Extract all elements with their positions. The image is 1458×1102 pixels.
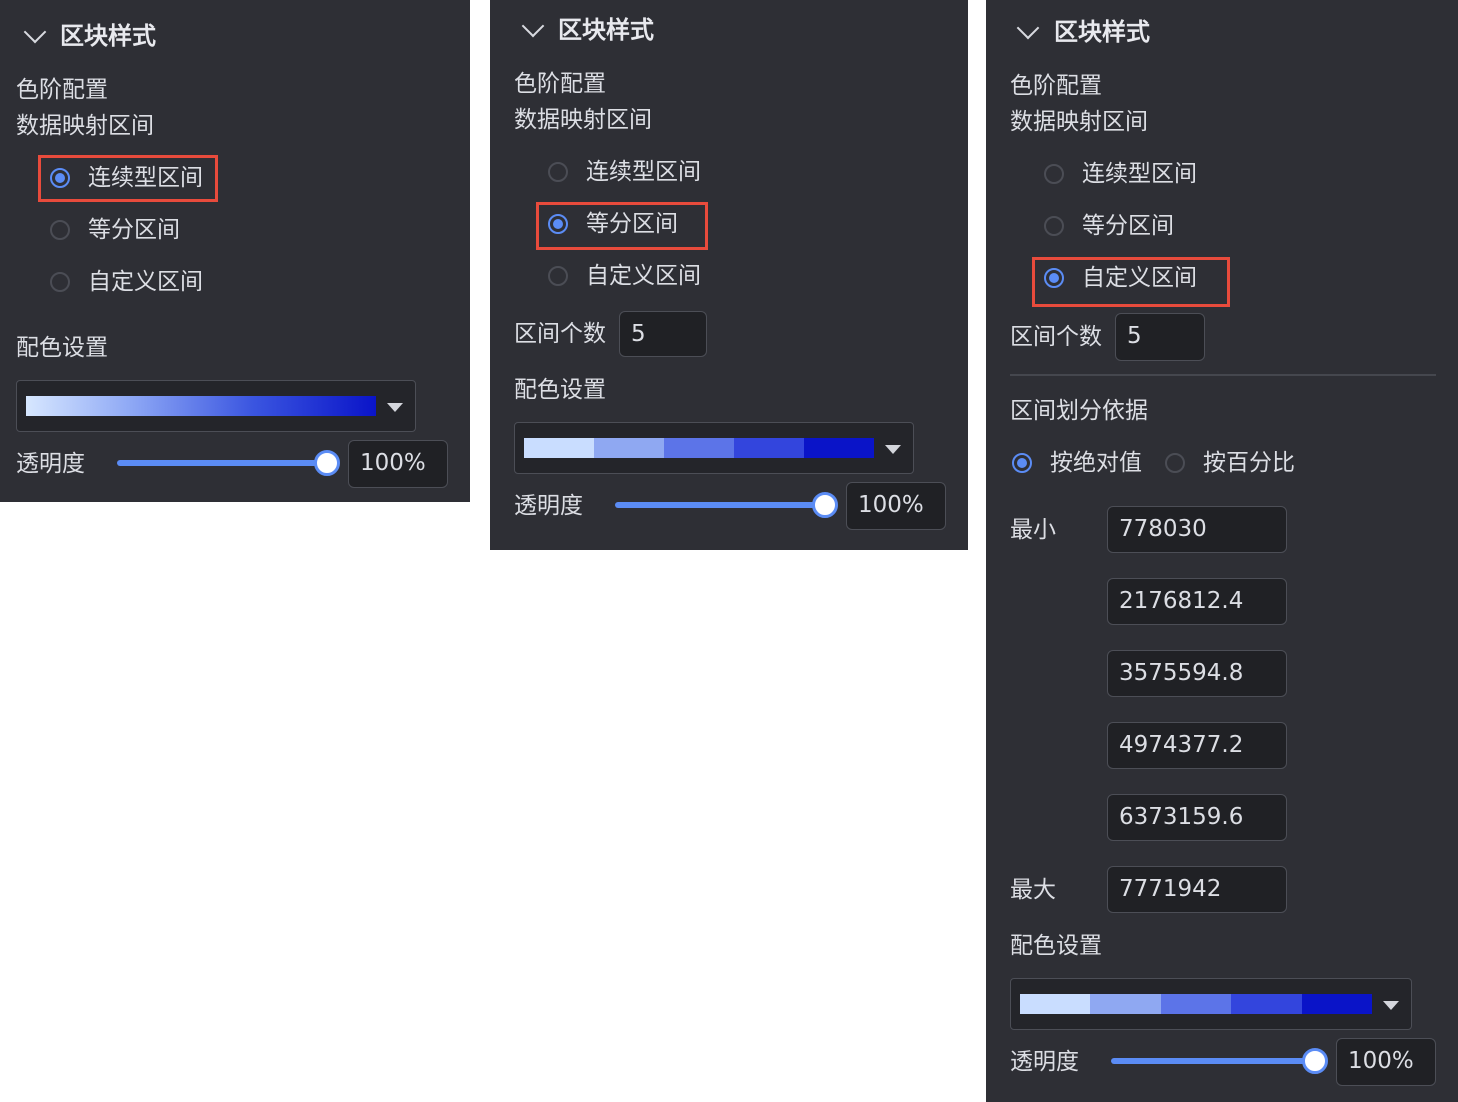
color-scheme-select[interactable]: [514, 422, 914, 474]
opacity-slider-track[interactable]: [117, 460, 327, 466]
color-settings-label: 配色设置: [16, 335, 108, 361]
section-title[interactable]: 区块样式: [60, 21, 156, 51]
range-mapping-label: 数据映射区间: [1010, 109, 1148, 135]
range-mapping-label: 数据映射区间: [16, 113, 154, 139]
opacity-slider-thumb[interactable]: [1302, 1048, 1328, 1074]
chevron-down-icon[interactable]: [23, 20, 47, 44]
interval-count-label: 区间个数: [1010, 324, 1102, 350]
radio-custom[interactable]: [50, 272, 70, 292]
radio-percentage[interactable]: [1165, 453, 1185, 473]
opacity-input[interactable]: 100%: [846, 482, 946, 530]
swatch-1: [524, 438, 594, 458]
radio-absolute[interactable]: [1012, 453, 1032, 473]
option-equal-label[interactable]: 等分区间: [586, 209, 678, 239]
radio-continuous[interactable]: [548, 162, 568, 182]
breakpoint-input-4[interactable]: 4974377.2: [1107, 722, 1287, 769]
swatch-2: [1090, 994, 1161, 1014]
segmented-swatch: [1020, 994, 1373, 1014]
section-title[interactable]: 区块样式: [558, 15, 654, 45]
breakpoint-input-1[interactable]: 778030: [1107, 506, 1287, 553]
scale-config-label: 色阶配置: [16, 77, 108, 103]
breakpoint-input-5[interactable]: 6373159.6: [1107, 794, 1287, 841]
settings-panel-custom: 区块样式 色阶配置 数据映射区间 连续型区间 等分区间 自定义区间 区间个数 5…: [986, 0, 1458, 1102]
option-equal-label[interactable]: 等分区间: [88, 215, 180, 245]
swatch-3: [1160, 994, 1232, 1014]
opacity-slider-thumb[interactable]: [314, 450, 340, 476]
radio-equal[interactable]: [548, 214, 568, 234]
interval-count-input[interactable]: 5: [619, 311, 707, 357]
swatch-1: [1020, 994, 1091, 1014]
color-settings-label: 配色设置: [1010, 933, 1102, 959]
range-mapping-label: 数据映射区间: [514, 107, 652, 133]
opacity-input[interactable]: 100%: [1336, 1038, 1436, 1086]
gradient-swatch: [26, 396, 376, 416]
opacity-slider-track[interactable]: [615, 502, 825, 508]
option-percentage-label[interactable]: 按百分比: [1203, 448, 1295, 478]
settings-panel-continuous: 区块样式 色阶配置 数据映射区间 连续型区间 等分区间 自定义区间 配色设置 透…: [0, 0, 470, 502]
color-scheme-select[interactable]: [1010, 978, 1412, 1030]
opacity-label: 透明度: [1010, 1049, 1079, 1075]
breakpoint-input-6[interactable]: 7771942: [1107, 866, 1287, 913]
option-equal-label[interactable]: 等分区间: [1082, 211, 1174, 241]
swatch-5: [1301, 994, 1373, 1014]
option-continuous-label[interactable]: 连续型区间: [88, 163, 203, 193]
swatch-4: [1231, 994, 1302, 1014]
option-custom-label[interactable]: 自定义区间: [586, 261, 701, 291]
radio-equal[interactable]: [1044, 216, 1064, 236]
color-settings-label: 配色设置: [514, 377, 606, 403]
interval-count-label: 区间个数: [514, 321, 606, 347]
scale-config-label: 色阶配置: [514, 71, 606, 97]
chevron-down-icon[interactable]: [521, 14, 545, 38]
scale-config-label: 色阶配置: [1010, 73, 1102, 99]
opacity-label: 透明度: [514, 493, 583, 519]
caret-down-icon: [885, 445, 901, 454]
swatch-2: [594, 438, 664, 458]
radio-continuous[interactable]: [50, 168, 70, 188]
radio-custom[interactable]: [1044, 268, 1064, 288]
caret-down-icon: [1383, 1001, 1399, 1010]
swatch-3: [664, 438, 734, 458]
caret-down-icon: [387, 403, 403, 412]
breakpoint-input-2[interactable]: 2176812.4: [1107, 578, 1287, 625]
interval-count-input[interactable]: 5: [1115, 313, 1205, 361]
opacity-slider-track[interactable]: [1111, 1058, 1321, 1064]
divider: [1010, 374, 1436, 376]
option-continuous-label[interactable]: 连续型区间: [586, 157, 701, 187]
settings-panel-equal: 区块样式 色阶配置 数据映射区间 连续型区间 等分区间 自定义区间 区间个数 5…: [490, 0, 968, 550]
swatch-5: [804, 438, 874, 458]
breakpoint-input-3[interactable]: 3575594.8: [1107, 650, 1287, 697]
option-custom-label[interactable]: 自定义区间: [88, 267, 203, 297]
section-title[interactable]: 区块样式: [1054, 17, 1150, 47]
radio-custom[interactable]: [548, 266, 568, 286]
opacity-label: 透明度: [16, 451, 85, 477]
division-basis-label: 区间划分依据: [1010, 398, 1148, 424]
option-continuous-label[interactable]: 连续型区间: [1082, 159, 1197, 189]
max-label: 最大: [1010, 877, 1056, 903]
segmented-swatch: [524, 438, 874, 458]
option-custom-label[interactable]: 自定义区间: [1082, 263, 1197, 293]
min-label: 最小: [1010, 517, 1056, 543]
swatch-4: [734, 438, 804, 458]
opacity-slider-thumb[interactable]: [812, 492, 838, 518]
option-absolute-label[interactable]: 按绝对值: [1050, 448, 1142, 478]
chevron-down-icon[interactable]: [1016, 16, 1040, 40]
color-scheme-select[interactable]: [16, 380, 416, 432]
radio-continuous[interactable]: [1044, 164, 1064, 184]
radio-equal[interactable]: [50, 220, 70, 240]
opacity-input[interactable]: 100%: [348, 440, 448, 488]
